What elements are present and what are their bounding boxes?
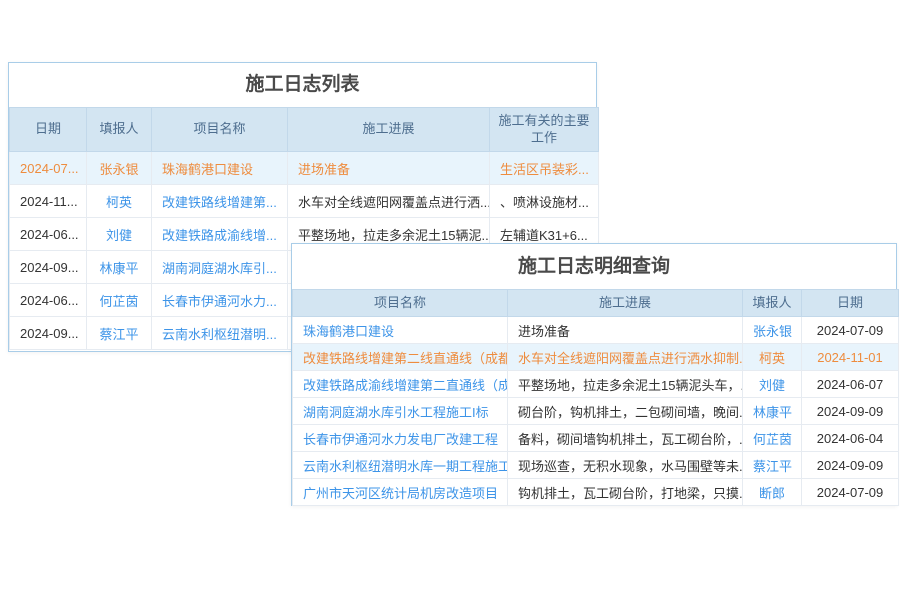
- list-col-reporter: 填报人: [87, 108, 152, 152]
- cell-date: 2024-11-01: [802, 344, 899, 371]
- table-row[interactable]: 长春市伊通河水力发电厂改建工程 备料，砌间墙钩机排土，瓦工砌台阶，... 何芷茵…: [293, 425, 899, 452]
- cell-date: 2024-06...: [10, 218, 87, 251]
- cell-project-link[interactable]: 改建铁路成渝线增建第二直通线（成渝: [293, 371, 508, 398]
- cell-project-link[interactable]: 改建铁路成渝线增...: [152, 218, 288, 251]
- cell-progress: 水车对全线遮阳网覆盖点进行洒水抑制...: [508, 344, 743, 371]
- cell-project-link[interactable]: 长春市伊通河水力...: [152, 284, 288, 317]
- cell-date: 2024-07...: [10, 152, 87, 185]
- cell-main-work: 、喷淋设施材...: [490, 185, 599, 218]
- cell-date: 2024-07-09: [802, 317, 899, 344]
- cell-progress: 进场准备: [288, 152, 490, 185]
- table-row[interactable]: 珠海鹤港口建设 进场准备 张永银 2024-07-09: [293, 317, 899, 344]
- list-col-project: 项目名称: [152, 108, 288, 152]
- cell-project-link[interactable]: 湖南洞庭湖水库引水工程施工I标: [293, 398, 508, 425]
- construction-log-detail-table: 项目名称 施工进展 填报人 日期 珠海鹤港口建设 进场准备 张永银 2024-0…: [292, 289, 899, 506]
- cell-project-link[interactable]: 广州市天河区统计局机房改造项目: [293, 479, 508, 506]
- detail-col-date: 日期: [802, 290, 899, 317]
- cell-project-link[interactable]: 改建铁路线增建第二线直通线（成都-西: [293, 344, 508, 371]
- cell-progress: 进场准备: [508, 317, 743, 344]
- cell-project-link[interactable]: 改建铁路线增建第...: [152, 185, 288, 218]
- cell-reporter-link[interactable]: 张永银: [743, 317, 802, 344]
- table-row[interactable]: 云南水利枢纽潜明水库一期工程施工I标 现场巡查，无积水现象，水马围壁等未... …: [293, 452, 899, 479]
- table-row[interactable]: 改建铁路线增建第二线直通线（成都-西 水车对全线遮阳网覆盖点进行洒水抑制... …: [293, 344, 899, 371]
- cell-date: 2024-06-07: [802, 371, 899, 398]
- cell-progress: 水车对全线遮阳网覆盖点进行洒...: [288, 185, 490, 218]
- cell-reporter-link[interactable]: 刘健: [87, 218, 152, 251]
- cell-date: 2024-09-09: [802, 398, 899, 425]
- cell-date: 2024-06-04: [802, 425, 899, 452]
- cell-main-work: 生活区吊装彩...: [490, 152, 599, 185]
- detail-col-project: 项目名称: [293, 290, 508, 317]
- cell-reporter-link[interactable]: 何芷茵: [743, 425, 802, 452]
- cell-date: 2024-06...: [10, 284, 87, 317]
- detail-panel-title: 施工日志明细查询: [292, 244, 896, 289]
- cell-date: 2024-11...: [10, 185, 87, 218]
- cell-progress: 砌台阶，钩机排土，二包砌间墙，晚间...: [508, 398, 743, 425]
- cell-reporter-link[interactable]: 刘健: [743, 371, 802, 398]
- list-col-progress: 施工进展: [288, 108, 490, 152]
- list-col-date: 日期: [10, 108, 87, 152]
- cell-reporter-link[interactable]: 柯英: [87, 185, 152, 218]
- page: 施工日志列表 日期 填报人 项目名称 施工进展 施工有关的主要工作 2024-0…: [0, 0, 900, 600]
- cell-project-link[interactable]: 长春市伊通河水力发电厂改建工程: [293, 425, 508, 452]
- cell-reporter-link[interactable]: 何芷茵: [87, 284, 152, 317]
- detail-col-reporter: 填报人: [743, 290, 802, 317]
- cell-project-link[interactable]: 云南水利枢纽潜明水库一期工程施工I标: [293, 452, 508, 479]
- table-row[interactable]: 湖南洞庭湖水库引水工程施工I标 砌台阶，钩机排土，二包砌间墙，晚间... 林康平…: [293, 398, 899, 425]
- list-col-main-work: 施工有关的主要工作: [490, 108, 599, 152]
- list-panel-title: 施工日志列表: [9, 63, 596, 107]
- cell-reporter-link[interactable]: 张永银: [87, 152, 152, 185]
- cell-progress: 平整场地，拉走多余泥土15辆泥头车，...: [508, 371, 743, 398]
- cell-date: 2024-07-09: [802, 479, 899, 506]
- cell-date: 2024-09-09: [802, 452, 899, 479]
- cell-project-link[interactable]: 云南水利枢纽潜明...: [152, 317, 288, 350]
- cell-progress: 钩机排土，瓦工砌台阶，打地梁，只摸...: [508, 479, 743, 506]
- table-row[interactable]: 广州市天河区统计局机房改造项目 钩机排土，瓦工砌台阶，打地梁，只摸... 断郎 …: [293, 479, 899, 506]
- table-row[interactable]: 改建铁路成渝线增建第二直通线（成渝 平整场地，拉走多余泥土15辆泥头车，... …: [293, 371, 899, 398]
- table-row[interactable]: 2024-11... 柯英 改建铁路线增建第... 水车对全线遮阳网覆盖点进行洒…: [10, 185, 599, 218]
- cell-date: 2024-09...: [10, 317, 87, 350]
- detail-table-header-row: 项目名称 施工进展 填报人 日期: [293, 290, 899, 317]
- cell-progress: 现场巡查，无积水现象，水马围壁等未...: [508, 452, 743, 479]
- construction-log-detail-panel: 施工日志明细查询 项目名称 施工进展 填报人 日期 珠海鹤港口建设 进场准备 张…: [291, 243, 897, 506]
- cell-reporter-link[interactable]: 林康平: [743, 398, 802, 425]
- cell-reporter-link[interactable]: 蔡江平: [743, 452, 802, 479]
- table-row[interactable]: 2024-07... 张永银 珠海鹤港口建设 进场准备 生活区吊装彩...: [10, 152, 599, 185]
- cell-reporter-link[interactable]: 蔡江平: [87, 317, 152, 350]
- cell-reporter-link[interactable]: 断郎: [743, 479, 802, 506]
- detail-col-progress: 施工进展: [508, 290, 743, 317]
- cell-project-link[interactable]: 珠海鹤港口建设: [293, 317, 508, 344]
- cell-date: 2024-09...: [10, 251, 87, 284]
- cell-reporter-link[interactable]: 柯英: [743, 344, 802, 371]
- cell-project-link[interactable]: 珠海鹤港口建设: [152, 152, 288, 185]
- cell-project-link[interactable]: 湖南洞庭湖水库引...: [152, 251, 288, 284]
- cell-reporter-link[interactable]: 林康平: [87, 251, 152, 284]
- cell-progress: 备料，砌间墙钩机排土，瓦工砌台阶，...: [508, 425, 743, 452]
- list-table-header-row: 日期 填报人 项目名称 施工进展 施工有关的主要工作: [10, 108, 599, 152]
